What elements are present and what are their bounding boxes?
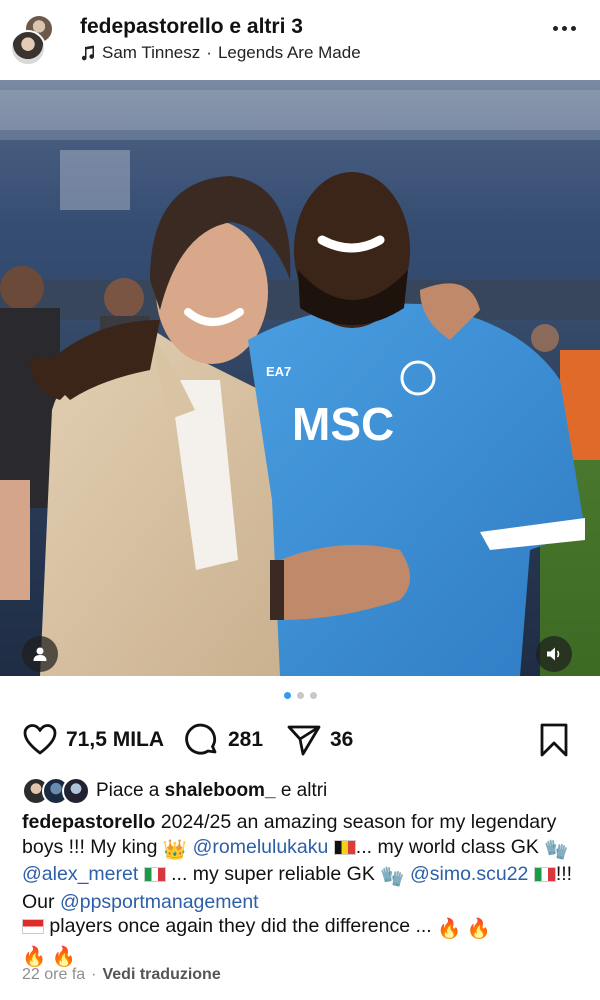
post-meta: 22 ore fa · Vedi traduzione [22, 966, 221, 984]
sound-toggle-button[interactable] [536, 636, 572, 672]
post-photo: MSC EA7 [0, 80, 600, 676]
caption-text: ... my world class GK [355, 835, 545, 858]
carousel-dot [296, 692, 304, 699]
person-icon [33, 647, 47, 661]
caption-username[interactable]: fedepastorello [22, 811, 155, 833]
heart-icon [23, 724, 57, 755]
music-track: Legends Are Made [217, 43, 361, 62]
save-button[interactable] [538, 722, 570, 763]
like-button[interactable]: 71,5 MILA [22, 722, 164, 758]
carousel-dot [283, 692, 291, 699]
jersey-brand: EA7 [266, 364, 291, 379]
liker-avatars [22, 777, 92, 805]
post-image[interactable]: MSC EA7 [0, 80, 600, 676]
see-translation-link[interactable]: Vedi traduzione [102, 966, 220, 983]
mention-link[interactable]: @simo.scu22 [410, 863, 528, 885]
jersey-sponsor: MSC [292, 398, 394, 450]
liked-by-user[interactable]: shaleboom_ [165, 780, 276, 801]
indonesia-flag-icon [22, 919, 44, 934]
liked-by-prefix: Piace a [96, 780, 160, 801]
bookmark-icon [540, 723, 568, 757]
meta-separator: · [91, 966, 97, 983]
fire-emoji: 🔥 [466, 918, 492, 940]
share-button[interactable]: 36 [286, 722, 353, 758]
post-author[interactable]: fedepastorello e altri 3 [80, 15, 303, 39]
mention-link[interactable]: @ppsportmanagement [60, 891, 259, 913]
more-horizontal-icon[interactable] [553, 26, 576, 31]
comments-count[interactable]: 281 [228, 728, 263, 752]
carousel-indicator [0, 692, 600, 699]
mention-link[interactable]: @alex_meret [22, 863, 138, 885]
music-separator: · [206, 43, 212, 62]
shares-count[interactable]: 36 [330, 728, 353, 752]
music-artist: Sam Tinnesz [102, 43, 201, 62]
italy-flag-icon [143, 867, 166, 882]
avatar[interactable] [10, 30, 46, 66]
likes-count[interactable]: 71,5 MILA [66, 728, 164, 752]
liked-by-row[interactable]: Piace a shaleboom_ e altri [22, 776, 327, 806]
carousel-dot [309, 692, 317, 699]
crown-emoji: 👑 [162, 838, 188, 861]
belgium-flag-icon [333, 839, 356, 855]
caption-text: ... my super reliable GK [165, 863, 381, 885]
italy-flag-icon [533, 867, 556, 882]
gloves-emoji: 🧤 [380, 866, 405, 888]
user-tag-button[interactable] [22, 636, 58, 672]
music-note-icon [81, 45, 95, 61]
send-icon [287, 725, 321, 756]
fire-emoji: 🔥 [437, 918, 462, 940]
coauthors-label[interactable]: e altri 3 [229, 15, 303, 38]
avatar [62, 777, 90, 805]
comment-button[interactable]: 281 [184, 722, 263, 758]
post-timestamp: 22 ore fa [22, 966, 86, 983]
volume-muted-icon [547, 647, 560, 661]
post-caption: fedepastorello 2024/25 an amazing season… [22, 810, 582, 969]
coauthor-avatars[interactable] [10, 14, 60, 66]
post-header: fedepastorello e altri 3 Sam Tinnesz · L… [0, 0, 600, 80]
mention-link[interactable]: @romelulukaku [193, 836, 329, 858]
caption-text: players once again they did the differen… [44, 915, 438, 937]
gloves-emoji: 🧤 [544, 838, 569, 861]
comment-icon [185, 723, 217, 755]
post-actions: 71,5 MILA 281 36 [0, 718, 600, 762]
liked-by-suffix[interactable]: e altri [281, 780, 327, 801]
music-attribution[interactable]: Sam Tinnesz · Legends Are Made [80, 43, 361, 63]
author-username[interactable]: fedepastorello [80, 15, 224, 38]
liked-by-text: Piace a shaleboom_ e altri [96, 780, 327, 802]
